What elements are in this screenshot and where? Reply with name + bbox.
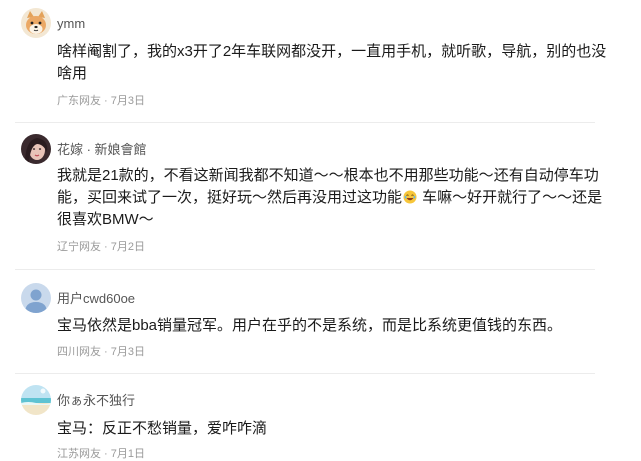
comment-region: 四川网友	[57, 346, 101, 358]
meta-separator: ·	[101, 346, 111, 358]
meta-separator: ·	[101, 448, 111, 460]
comment-username[interactable]: 用户cwd60oe	[57, 291, 135, 307]
comment-divider	[15, 122, 595, 123]
portrait-photo-avatar-icon[interactable]	[21, 134, 51, 164]
comment-region: 辽宁网友	[57, 241, 101, 253]
comment-region: 广东网友	[57, 95, 101, 107]
ocean-scenery-avatar-icon[interactable]	[21, 385, 51, 415]
meta-separator: ·	[101, 95, 111, 107]
comment-meta: 辽宁网友 · 7月2日	[57, 240, 145, 254]
comment-date: 7月3日	[110, 95, 146, 107]
comment-date: 7月1日	[110, 448, 146, 460]
meta-separator: ·	[101, 241, 111, 253]
comment-username[interactable]: 你ぁ永不独行	[57, 393, 135, 409]
default-user-avatar-icon[interactable]	[21, 283, 51, 313]
comment-text: 啥样阉割了，我的x3开了2年车联网都没开，一直用手机，就听歌，导航，别的也没啥用	[57, 43, 607, 82]
comment-date: 7月2日	[110, 241, 146, 253]
laughing-emoji-icon	[403, 189, 417, 204]
comment-text: 我就是21款的，不看这新闻我都不知道～～根本也不用那些功能～还有自动停车功能，买…	[57, 165, 617, 231]
comment-divider	[15, 269, 595, 270]
comment-meta: 广东网友 · 7月3日	[57, 94, 145, 108]
comment-meta: 江苏网友 · 7月1日	[57, 447, 145, 461]
comment-region: 江苏网友	[57, 448, 101, 460]
comment-divider	[15, 373, 595, 374]
comment-text: 宝马：反正不愁销量，爱咋咋滴	[57, 420, 268, 437]
comment-text: 宝马依然是bba销量冠军。用户在乎的不是系统，而是比系统更值钱的东西。	[57, 317, 563, 334]
comment-username[interactable]: ymm	[57, 16, 85, 32]
shiba-dog-avatar-icon[interactable]	[21, 8, 51, 38]
comment-meta: 四川网友 · 7月3日	[57, 345, 145, 359]
comment-username[interactable]: 花嫁 · 新娘會館	[57, 142, 147, 158]
comment-date: 7月3日	[110, 346, 146, 358]
